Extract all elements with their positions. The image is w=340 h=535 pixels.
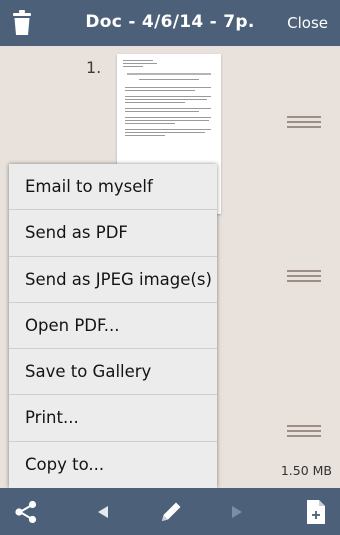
drag-handle-icon[interactable]: [287, 425, 321, 437]
share-icon: [15, 500, 37, 523]
next-icon: [232, 505, 242, 518]
top-bar: Doc - 4/6/14 - 7p. Close: [0, 0, 340, 46]
bottom-toolbar: [0, 488, 340, 535]
menu-item-save-to-gallery[interactable]: Save to Gallery: [9, 349, 217, 396]
edit-button[interactable]: [155, 488, 187, 535]
menu-item-send-as-pdf[interactable]: Send as PDF: [9, 210, 217, 257]
menu-item-print[interactable]: Print...: [9, 395, 217, 442]
drag-handle-icon[interactable]: [287, 270, 321, 282]
close-button[interactable]: Close: [287, 14, 328, 32]
next-page-button[interactable]: [224, 488, 250, 535]
menu-item-copy-to[interactable]: Copy to...: [9, 442, 217, 488]
menu-item-open-pdf[interactable]: Open PDF...: [9, 303, 217, 350]
file-size: 1.50 MB: [280, 463, 332, 478]
add-page-icon: [307, 499, 325, 524]
pencil-icon: [162, 502, 181, 521]
menu-item-send-as-jpeg[interactable]: Send as JPEG image(s): [9, 257, 217, 303]
page-number: 1.: [86, 58, 102, 77]
menu-item-email-to-myself[interactable]: Email to myself: [9, 164, 217, 211]
share-button[interactable]: [10, 488, 42, 535]
previous-icon: [98, 505, 108, 518]
share-menu: Email to myself Send as PDF Send as JPEG…: [9, 164, 217, 488]
drag-handle-icon[interactable]: [287, 116, 321, 128]
add-page-button[interactable]: [302, 488, 330, 535]
previous-page-button[interactable]: [90, 488, 116, 535]
